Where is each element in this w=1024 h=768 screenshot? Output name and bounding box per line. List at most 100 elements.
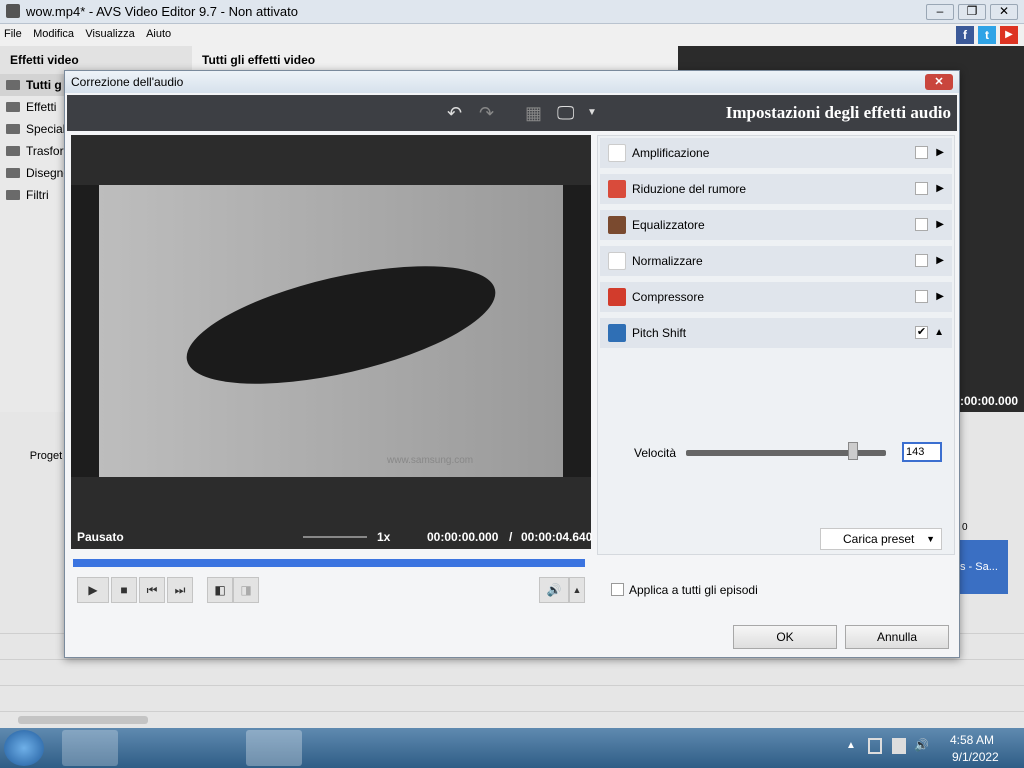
app-title: wow.mp4* - AVS Video Editor 9.7 - Non at… bbox=[26, 4, 298, 19]
time-current: 00:00:00.000 bbox=[427, 530, 499, 544]
media-player-taskbar-icon[interactable] bbox=[122, 730, 178, 766]
menu-modifica[interactable]: Modifica bbox=[29, 24, 78, 44]
audio-correction-dialog: Correzione dell'audio ✕ ↶ ↷ ▦ 🖵 ▼ Impost… bbox=[64, 70, 960, 658]
minimize-button[interactable]: – bbox=[926, 4, 954, 20]
amplification-icon bbox=[608, 144, 626, 162]
expand-arrow-icon[interactable]: ▶ bbox=[936, 138, 944, 168]
dialog-close-button[interactable]: ✕ bbox=[925, 74, 953, 90]
app-titlebar: wow.mp4* - AVS Video Editor 9.7 - Non at… bbox=[0, 0, 1024, 24]
monitor-icon[interactable]: 🖵 bbox=[557, 103, 574, 124]
normalize-icon bbox=[608, 252, 626, 270]
video-frame: www.samsung.com bbox=[99, 185, 563, 477]
mark-in-button[interactable]: ◧ bbox=[207, 577, 233, 603]
menu-visualizza[interactable]: Visualizza bbox=[81, 24, 138, 44]
track-row bbox=[0, 686, 1024, 712]
next-frame-button[interactable]: ⏭ bbox=[167, 577, 193, 603]
volume-button[interactable]: 🔊 bbox=[539, 577, 569, 603]
time-total: 00:00:04.640 bbox=[521, 530, 593, 544]
explorer-taskbar-icon[interactable] bbox=[62, 730, 118, 766]
app-icon bbox=[6, 4, 20, 18]
effects-panel: Amplificazione ▶ Riduzione del rumore ▶ … bbox=[597, 135, 955, 555]
close-button[interactable]: ✕ bbox=[990, 4, 1018, 20]
video-status-row: Pausato 1x 00:00:00.000 / 00:00:04.640 bbox=[71, 525, 593, 549]
speed-value: 1x bbox=[377, 530, 391, 544]
folder-icon bbox=[6, 146, 20, 156]
start-button[interactable] bbox=[4, 730, 44, 766]
cancel-button[interactable]: Annulla bbox=[845, 625, 949, 649]
clock-date[interactable]: 9/1/2022 bbox=[952, 750, 999, 764]
effect-row-amplification[interactable]: Amplificazione ▶ bbox=[600, 138, 952, 168]
equalizer-icon bbox=[608, 216, 626, 234]
noise-reduction-icon bbox=[608, 180, 626, 198]
video-preview: www.samsung.com Pausato 1x 00:00:00.000 … bbox=[71, 135, 593, 549]
effect-checkbox[interactable] bbox=[915, 254, 928, 267]
menu-aiuto[interactable]: Aiuto bbox=[142, 24, 175, 44]
avs-editor-taskbar-icon[interactable] bbox=[246, 730, 302, 766]
dialog-title: Correzione dell'audio bbox=[65, 71, 959, 93]
effect-row-equalizer[interactable]: Equalizzatore ▶ bbox=[600, 210, 952, 240]
network-icon[interactable] bbox=[868, 738, 882, 754]
effect-checkbox[interactable] bbox=[915, 182, 928, 195]
speed-slider[interactable] bbox=[303, 536, 367, 538]
effect-row-pitch-shift[interactable]: Pitch Shift ✔ ▲ bbox=[600, 318, 952, 348]
maximize-button[interactable]: ❐ bbox=[958, 4, 986, 20]
mark-out-button[interactable]: ◨ bbox=[233, 577, 259, 603]
flag-icon[interactable] bbox=[892, 738, 906, 754]
facebook-icon[interactable]: f bbox=[956, 26, 974, 44]
video-ellipse bbox=[176, 242, 506, 408]
expand-arrow-icon[interactable]: ▶ bbox=[936, 246, 944, 276]
folder-icon bbox=[6, 168, 20, 178]
clock-time[interactable]: 4:58 AM bbox=[950, 733, 994, 747]
effect-checkbox[interactable] bbox=[915, 290, 928, 303]
playback-status: Pausato bbox=[77, 530, 124, 544]
expand-arrow-icon[interactable]: ▶ bbox=[936, 174, 944, 204]
compressor-icon bbox=[608, 288, 626, 306]
menu-bar: File Modifica Visualizza Aiuto f t ▶ bbox=[0, 24, 1024, 46]
effect-checkbox[interactable] bbox=[915, 146, 928, 159]
stop-button[interactable]: ■ bbox=[111, 577, 137, 603]
redo-icon[interactable]: ↷ bbox=[479, 103, 494, 124]
folder-icon bbox=[6, 124, 20, 134]
undo-icon[interactable]: ↶ bbox=[447, 103, 462, 124]
apply-all-label[interactable]: Applica a tutti gli episodi bbox=[629, 583, 758, 597]
time-sep: / bbox=[509, 530, 513, 544]
velocity-label: Velocità bbox=[634, 446, 677, 460]
timeline-scrollbar[interactable] bbox=[18, 716, 148, 724]
playback-progress[interactable] bbox=[73, 555, 585, 571]
expand-arrow-icon[interactable]: ▶ bbox=[936, 282, 944, 312]
dialog-toolbar: ↶ ↷ ▦ 🖵 ▼ Impostazioni degli effetti aud… bbox=[67, 95, 957, 131]
twitter-icon[interactable]: t bbox=[978, 26, 996, 44]
project-button[interactable]: Proget bbox=[26, 416, 66, 466]
collapse-arrow-icon[interactable]: ▲ bbox=[934, 318, 944, 348]
velocity-input[interactable]: 143 bbox=[902, 442, 942, 462]
ruler-zero: 0 bbox=[962, 522, 968, 533]
timeline-clip[interactable]: s - Sa... bbox=[958, 540, 1008, 594]
effect-checkbox[interactable] bbox=[915, 218, 928, 231]
prev-frame-button[interactable]: ⏮ bbox=[139, 577, 165, 603]
effect-row-noise-reduction[interactable]: Riduzione del rumore ▶ bbox=[600, 174, 952, 204]
volume-icon[interactable]: 🔊 bbox=[914, 738, 929, 752]
menu-file[interactable]: File bbox=[0, 24, 26, 44]
chrome-taskbar-icon[interactable] bbox=[184, 730, 240, 766]
apply-all-checkbox[interactable] bbox=[611, 583, 624, 596]
panel-title: Impostazioni degli effetti audio bbox=[725, 103, 951, 122]
folder-icon bbox=[6, 190, 20, 200]
effect-row-compressor[interactable]: Compressore ▶ bbox=[600, 282, 952, 312]
ok-button[interactable]: OK bbox=[733, 625, 837, 649]
track-row bbox=[0, 660, 1024, 686]
chevron-down-icon[interactable]: ▼ bbox=[587, 107, 597, 118]
volume-menu-arrow[interactable]: ▲ bbox=[569, 577, 585, 603]
play-button[interactable]: ▶ bbox=[77, 577, 109, 603]
effect-row-normalize[interactable]: Normalizzare ▶ bbox=[600, 246, 952, 276]
video-watermark: www.samsung.com bbox=[387, 455, 474, 466]
folder-icon bbox=[6, 80, 20, 90]
load-preset-dropdown[interactable]: Carica preset ▼ bbox=[820, 528, 942, 550]
tray-arrow-icon[interactable]: ▲ bbox=[846, 740, 856, 751]
chevron-down-icon: ▼ bbox=[926, 534, 935, 544]
youtube-icon[interactable]: ▶ bbox=[1000, 26, 1018, 44]
grid-icon[interactable]: ▦ bbox=[525, 103, 542, 124]
velocity-slider-thumb[interactable] bbox=[848, 442, 858, 460]
background-timecode: :00:00.000 bbox=[960, 394, 1019, 408]
expand-arrow-icon[interactable]: ▶ bbox=[936, 210, 944, 240]
effect-checkbox-checked[interactable]: ✔ bbox=[915, 326, 928, 339]
